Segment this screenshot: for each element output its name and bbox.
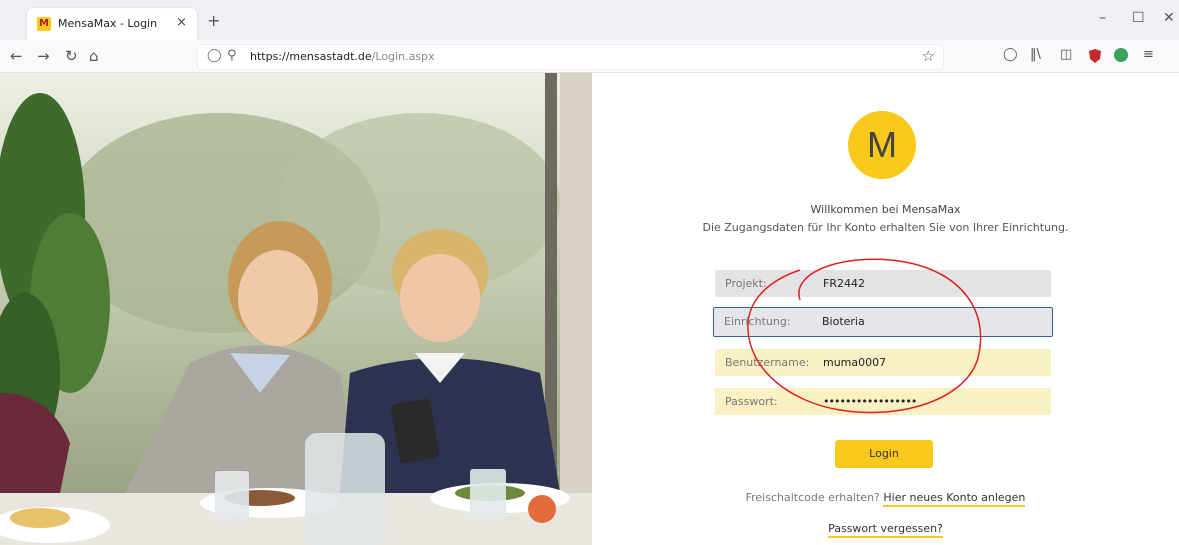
forgot-password-line: Passwort vergessen? <box>592 522 1179 538</box>
benutzername-value[interactable]: muma0007 <box>823 356 886 369</box>
browser-nav-bar: ← → ↻ ⌂ ◯ ⚲ https://mensastadt.de/Login.… <box>0 40 1179 73</box>
shield-icon[interactable]: ◯ <box>207 48 222 63</box>
benutzername-field[interactable]: Benutzername: muma0007 <box>715 349 1051 376</box>
url-text: https://mensastadt.de/Login.aspx <box>250 50 435 63</box>
lock-icon[interactable]: ⚲ <box>227 48 237 63</box>
close-window-icon[interactable]: ✕ <box>1163 10 1175 26</box>
benutzername-label: Benutzername: <box>725 356 810 369</box>
url-path: /Login.aspx <box>371 50 435 63</box>
browser-tab-bar: M MensaMax - Login × + – ☐ ✕ <box>0 0 1179 40</box>
extension-icon[interactable] <box>1113 47 1129 63</box>
forward-icon[interactable]: → <box>37 47 50 65</box>
browser-tab[interactable]: M MensaMax - Login × <box>27 8 197 40</box>
forgot-password-link[interactable]: Passwort vergessen? <box>828 522 943 538</box>
tab-title: MensaMax - Login <box>58 17 158 30</box>
register-link[interactable]: Hier neues Konto anlegen <box>883 491 1026 507</box>
maximize-icon[interactable]: ☐ <box>1132 10 1145 26</box>
login-button[interactable]: Login <box>835 440 933 468</box>
einrichtung-field[interactable]: Einrichtung: Bioteria <box>713 307 1053 337</box>
mensamax-logo: M <box>848 111 916 179</box>
einrichtung-label: Einrichtung: <box>724 315 791 328</box>
home-icon[interactable]: ⌂ <box>89 47 99 65</box>
reload-icon[interactable]: ↻ <box>65 47 78 65</box>
url-host: https://mensastadt.de <box>250 50 372 63</box>
close-tab-icon[interactable]: × <box>176 15 187 30</box>
library-icon[interactable]: ‖\ <box>1030 47 1041 62</box>
register-line: Freischaltcode erhalten? Hier neues Kont… <box>592 491 1179 507</box>
star-icon[interactable]: ☆ <box>922 47 935 65</box>
back-icon[interactable]: ← <box>10 47 23 65</box>
pocket-icon[interactable]: ◯ <box>1003 47 1018 62</box>
passwort-field[interactable]: Passwort: ••••••••••••••••• <box>715 388 1051 415</box>
hero-photo <box>0 73 592 545</box>
url-bar[interactable]: ◯ ⚲ https://mensastadt.de/Login.aspx ☆ <box>197 44 944 70</box>
welcome-heading: Willkommen bei MensaMax <box>810 203 961 216</box>
minimize-icon[interactable]: – <box>1099 10 1106 26</box>
passwort-value[interactable]: ••••••••••••••••• <box>823 395 917 408</box>
login-panel: M Willkommen bei MensaMax Die Zugangsdat… <box>592 73 1179 545</box>
menu-icon[interactable]: ≡ <box>1143 47 1154 62</box>
welcome-subtitle: Die Zugangsdaten für Ihr Konto erhalten … <box>702 221 1069 234</box>
passwort-label: Passwort: <box>725 395 778 408</box>
mensamax-favicon-icon: M <box>37 17 51 31</box>
projekt-value[interactable]: FR2442 <box>823 277 865 290</box>
einrichtung-value[interactable]: Bioteria <box>822 315 865 328</box>
projekt-label: Projekt: <box>725 277 767 290</box>
sidebar-icon[interactable]: ◫ <box>1060 47 1072 62</box>
new-tab-button[interactable]: + <box>207 11 220 30</box>
projekt-field[interactable]: Projekt: FR2442 <box>715 270 1051 297</box>
ublock-icon[interactable] <box>1088 48 1102 64</box>
register-prompt: Freischaltcode erhalten? <box>745 491 880 504</box>
